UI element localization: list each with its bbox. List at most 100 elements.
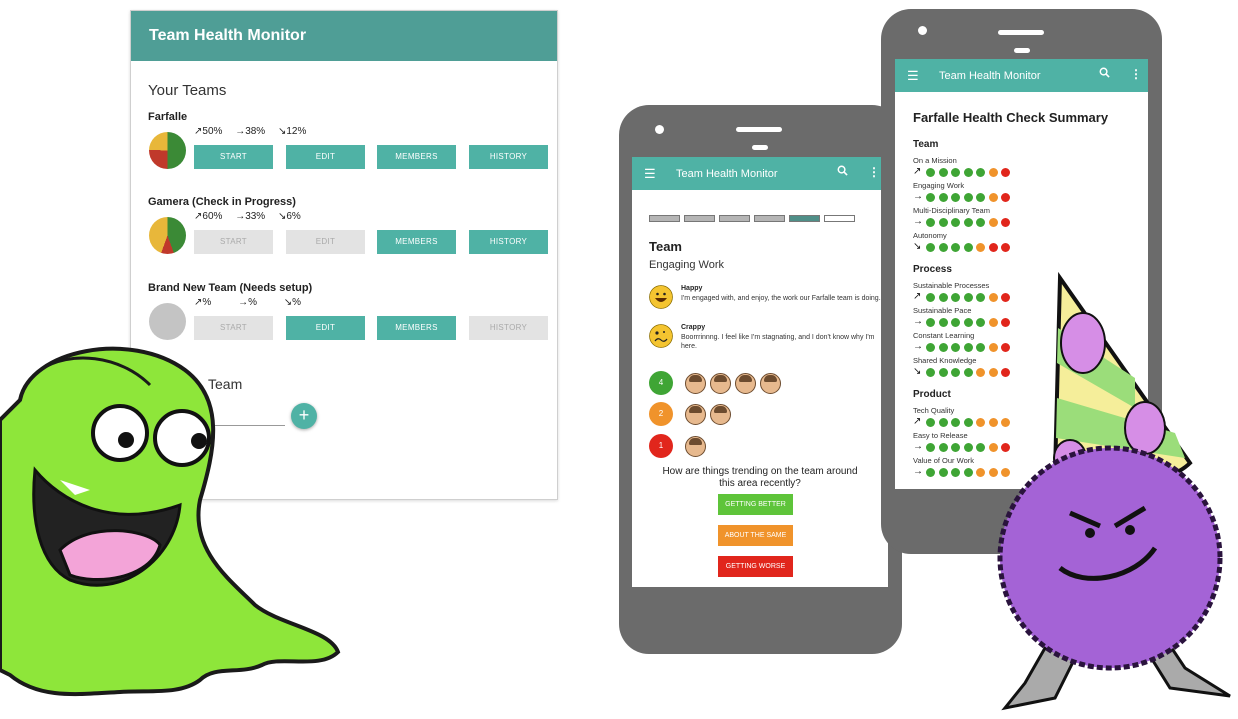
more-options-icon[interactable]: ⋮	[868, 165, 880, 179]
vote-dot	[938, 243, 948, 252]
trend-arrow: ↘	[913, 241, 922, 252]
phone-screen: ☰ Team Health Monitor ⋮ Team Engaging Wo…	[632, 157, 888, 587]
members-button[interactable]: MEMBERS	[377, 230, 456, 254]
metric-label: Easy to Release	[913, 431, 968, 440]
start-button[interactable]: START	[194, 145, 273, 169]
metric-label: Sustainable Processes	[913, 281, 990, 290]
trend-flat: →38%	[235, 126, 266, 137]
metric-label: Autonomy	[913, 231, 947, 240]
start-button[interactable]: START	[194, 230, 273, 254]
vote-dot	[963, 343, 973, 352]
vote-dot	[926, 168, 935, 177]
trend-down: ↘12%	[277, 126, 307, 137]
metric-heading: Engaging Work	[649, 259, 725, 271]
trend-arrow: ↗	[913, 416, 922, 427]
trend-arrow: ↗	[913, 166, 922, 177]
trend-arrow: ↘	[913, 366, 922, 377]
vote-dot	[1001, 218, 1010, 227]
vote-dot	[988, 243, 998, 252]
edit-button[interactable]: EDIT	[286, 230, 365, 254]
trend-arrow: →	[913, 191, 923, 202]
vote-dot	[926, 318, 935, 327]
vote-dot	[976, 168, 985, 177]
phone-speaker	[998, 30, 1044, 35]
purple-monster-party-hat-illustration	[997, 271, 1231, 711]
vote-dot	[926, 193, 935, 202]
vote-dot	[926, 243, 935, 252]
progress-segment	[684, 215, 715, 222]
team-trends: ↗50% →38% ↘12%	[194, 126, 316, 137]
trend-flat: →%	[238, 297, 257, 308]
vote-dot	[976, 318, 985, 327]
about-the-same-button[interactable]: ABOUT THE SAME	[718, 525, 793, 546]
category-title: Team	[913, 139, 939, 150]
trend-arrow: ↗	[913, 291, 922, 302]
vote-dot	[926, 443, 935, 452]
app-bar: ☰ Team Health Monitor ⋮	[632, 157, 888, 190]
search-icon[interactable]	[1099, 67, 1110, 78]
health-pie-chart	[149, 132, 186, 169]
trend-down: ↘%	[283, 297, 302, 308]
metric-label: Engaging Work	[913, 181, 965, 190]
team-name: Brand New Team (Needs setup)	[148, 282, 313, 294]
progress-segment	[824, 215, 855, 222]
vote-dot	[951, 368, 960, 377]
vote-dot	[938, 218, 948, 227]
team-trends: ↗60% →33% ↘6%	[194, 211, 311, 222]
mood-description: Boorrrinnng. I feel like I'm stagnating,…	[681, 334, 875, 350]
vote-dot	[963, 293, 973, 302]
more-options-icon[interactable]: ⋮	[1130, 67, 1142, 81]
phone-sensor	[752, 145, 768, 150]
vote-dot	[926, 218, 935, 227]
vote-dot	[951, 243, 960, 252]
vote-dot	[951, 418, 960, 427]
app-title: Team Health Monitor	[131, 11, 557, 61]
history-button[interactable]: HISTORY	[469, 145, 548, 169]
metric-label: Shared Knowledge	[913, 356, 977, 365]
trend-down: ↘6%	[277, 211, 301, 222]
history-button[interactable]: HISTORY	[469, 230, 548, 254]
hamburger-icon[interactable]: ☰	[907, 68, 919, 84]
phone-camera	[918, 26, 927, 35]
search-icon[interactable]	[837, 165, 848, 176]
sad-face-icon	[649, 324, 673, 348]
metric-label: On a Mission	[913, 156, 957, 165]
members-button[interactable]: MEMBERS	[377, 145, 456, 169]
history-button[interactable]: HISTORY	[469, 316, 548, 340]
trend-question: How are things trending on the team arou…	[662, 466, 858, 489]
trend-up: ↗50%	[194, 126, 223, 137]
hamburger-icon[interactable]: ☰	[644, 166, 656, 182]
mood-title: Crappy	[681, 324, 706, 331]
vote-dot	[963, 193, 973, 202]
vote-dot	[951, 318, 960, 327]
vote-dot	[976, 193, 985, 202]
vote-dot	[963, 468, 973, 477]
vote-dot	[951, 443, 960, 452]
getting-worse-button[interactable]: GETTING WORSE	[718, 556, 793, 577]
vote-dot	[926, 468, 935, 477]
team-name: Gamera (Check in Progress)	[148, 196, 296, 208]
vote-dot	[938, 293, 948, 302]
vote-dot	[976, 343, 985, 352]
team-trends: ↗% →% ↘%	[194, 297, 311, 308]
trend-up: ↗60%	[194, 211, 223, 222]
mood-description: I'm engaged with, and enjoy, the work ou…	[681, 295, 881, 302]
member-avatar	[760, 373, 781, 394]
vote-dot	[976, 443, 985, 452]
members-button[interactable]: MEMBERS	[377, 316, 456, 340]
team-card-farfalle: Farfalle ↗50% →38% ↘12% START EDIT MEMBE…	[148, 111, 548, 169]
category-heading: Team	[649, 239, 682, 254]
phone-health-check: ☰ Team Health Monitor ⋮ Team Engaging Wo…	[619, 105, 902, 654]
vote-dot	[951, 218, 960, 227]
vote-dot	[938, 193, 948, 202]
getting-better-button[interactable]: GETTING BETTER	[718, 494, 793, 515]
vote-dot	[963, 168, 973, 177]
progress-segment	[719, 215, 750, 222]
vote-count-badge: 4	[649, 371, 673, 395]
edit-button[interactable]: EDIT	[286, 145, 365, 169]
team-card-brand-new: Brand New Team (Needs setup) ↗% →% ↘% ST…	[148, 282, 548, 340]
health-pie-chart	[149, 217, 186, 254]
vote-dot	[938, 418, 948, 427]
phone-speaker	[736, 127, 782, 132]
metric-label: Value of Our Work	[913, 456, 974, 465]
